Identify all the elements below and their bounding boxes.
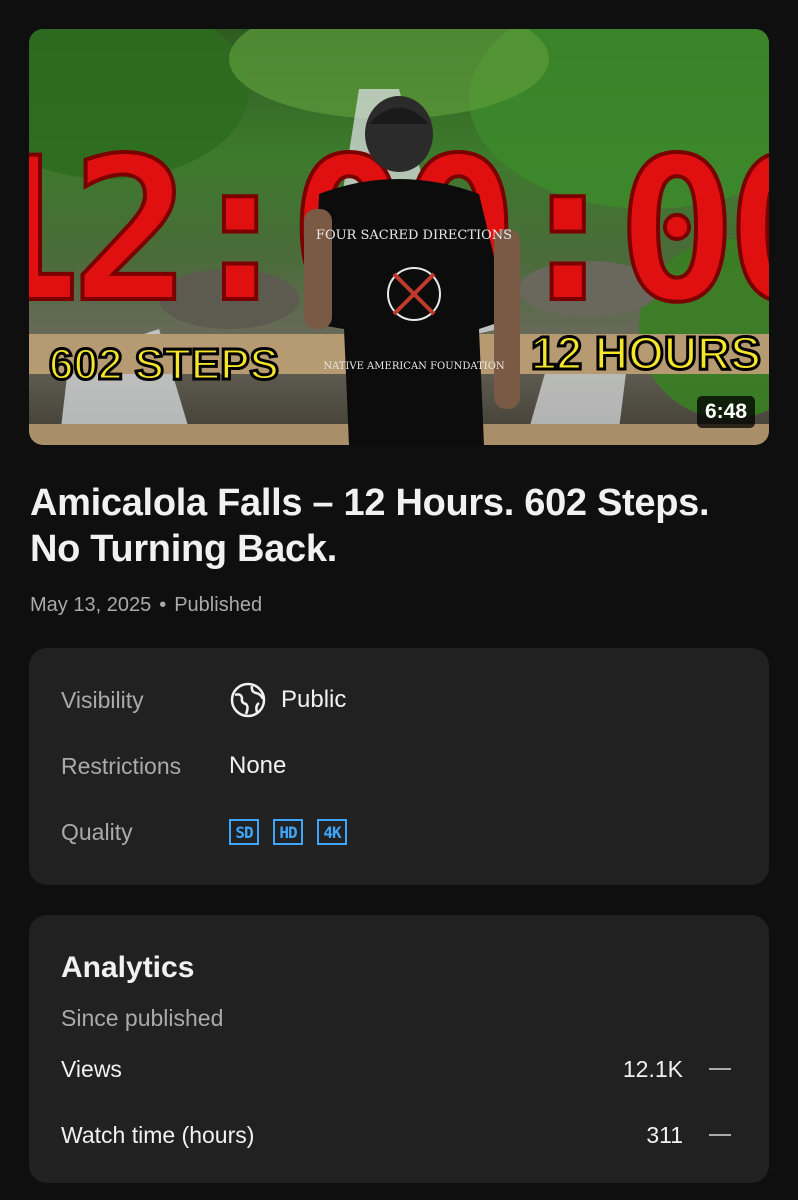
stat-label: Views (61, 1055, 122, 1082)
trend-dash-icon (709, 1134, 731, 1136)
trend-dash-icon (709, 1068, 731, 1070)
stat-value: 311 (646, 1121, 683, 1148)
analytics-subtitle: Since published (61, 1005, 224, 1031)
shirt-text-bottom: NATIVE AMERICAN FOUNDATION (323, 361, 505, 372)
stat-row-watch-time[interactable]: Watch time (hours) 311 (61, 1115, 737, 1155)
analytics-card[interactable]: Analytics Since published Views 12.1K Wa… (29, 915, 769, 1183)
quality-badge-sd: SD (229, 819, 259, 845)
video-thumbnail[interactable]: 12:00:00 FOUR SACRED DIRECTIONS NATIVE A… (29, 29, 769, 445)
quality-row: Quality SD HD 4K (61, 812, 737, 852)
restrictions-row[interactable]: Restrictions None (61, 746, 737, 786)
restrictions-label: Restrictions (61, 752, 182, 779)
stat-label: Watch time (hours) (61, 1121, 255, 1148)
thumbnail-artwork: 12:00:00 FOUR SACRED DIRECTIONS NATIVE A… (29, 29, 769, 445)
video-details-page: 12:00:00 FOUR SACRED DIRECTIONS NATIVE A… (0, 0, 798, 1200)
globe-icon (229, 681, 267, 719)
stat-value: 12.1K (622, 1055, 683, 1082)
restrictions-value: None (229, 752, 287, 779)
stat-row-views[interactable]: Views 12.1K (61, 1049, 737, 1089)
quality-badge-4k: 4K (317, 819, 347, 845)
meta-separator: • (159, 594, 167, 616)
thumbnail-left-banner: 602 STEPS (49, 340, 279, 389)
analytics-title: Analytics (61, 951, 195, 984)
video-meta: May 13, 2025 • Published (30, 594, 262, 617)
duration-badge: 6:48 (696, 396, 755, 428)
quality-label: Quality (61, 818, 133, 845)
quality-badge-hd: HD (273, 819, 303, 845)
publish-status: Published (174, 594, 263, 616)
publish-date: May 13, 2025 (30, 594, 152, 616)
visibility-label: Visibility (61, 686, 144, 713)
thumbnail-right-banner: 12 HOURS (531, 327, 761, 379)
video-title: Amicalola Falls – 12 Hours. 602 Steps. N… (30, 482, 710, 570)
details-card: Visibility Public Restrictions None Qual… (29, 648, 769, 885)
visibility-row[interactable]: Visibility Public (61, 680, 737, 720)
shirt-text-top: FOUR SACRED DIRECTIONS (316, 228, 512, 243)
visibility-value: Public (281, 686, 347, 713)
